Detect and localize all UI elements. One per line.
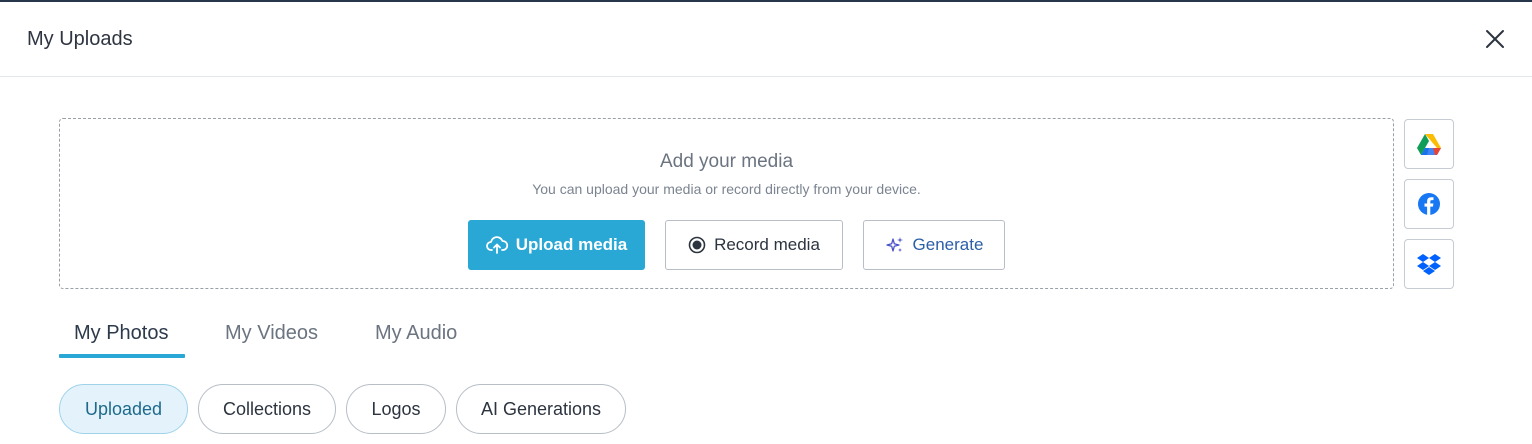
dropbox-button[interactable] (1404, 239, 1454, 289)
filter-logos[interactable]: Logos (346, 384, 446, 434)
dropzone-title: Add your media (659, 151, 794, 172)
google-drive-icon (1417, 134, 1441, 155)
cloud-upload-icon (485, 236, 508, 254)
media-dropzone[interactable]: Add your media You can upload your media… (59, 118, 1394, 289)
record-media-label: Record media (714, 235, 820, 254)
tab-my-photos[interactable]: My Photos (74, 318, 168, 358)
upload-media-button[interactable]: Upload media (468, 220, 645, 270)
upload-media-label: Upload media (515, 235, 628, 254)
tab-my-videos[interactable]: My Videos (225, 318, 318, 358)
modal-header: My Uploads (0, 2, 1532, 77)
dropzone-subtitle: You can upload your media or record dire… (532, 181, 921, 197)
record-icon (688, 236, 706, 254)
google-drive-button[interactable] (1404, 119, 1454, 169)
modal-title: My Uploads (27, 28, 133, 50)
close-button[interactable] (1480, 24, 1510, 54)
active-tab-indicator (59, 354, 185, 358)
tab-my-audio[interactable]: My Audio (375, 318, 457, 358)
filter-ai-generations[interactable]: AI Generations (456, 384, 626, 434)
dropbox-icon (1417, 254, 1441, 275)
facebook-button[interactable] (1404, 179, 1454, 229)
filter-collections[interactable]: Collections (198, 384, 336, 434)
close-icon (1486, 30, 1504, 48)
sparkles-icon (885, 237, 903, 252)
generate-label: Generate (912, 235, 984, 254)
record-media-button[interactable]: Record media (665, 220, 843, 270)
generate-button[interactable]: Generate (863, 220, 1005, 270)
uploads-modal: My Uploads Add your media You can upload… (0, 0, 1532, 444)
facebook-icon (1418, 193, 1440, 215)
filter-uploaded[interactable]: Uploaded (59, 384, 188, 434)
